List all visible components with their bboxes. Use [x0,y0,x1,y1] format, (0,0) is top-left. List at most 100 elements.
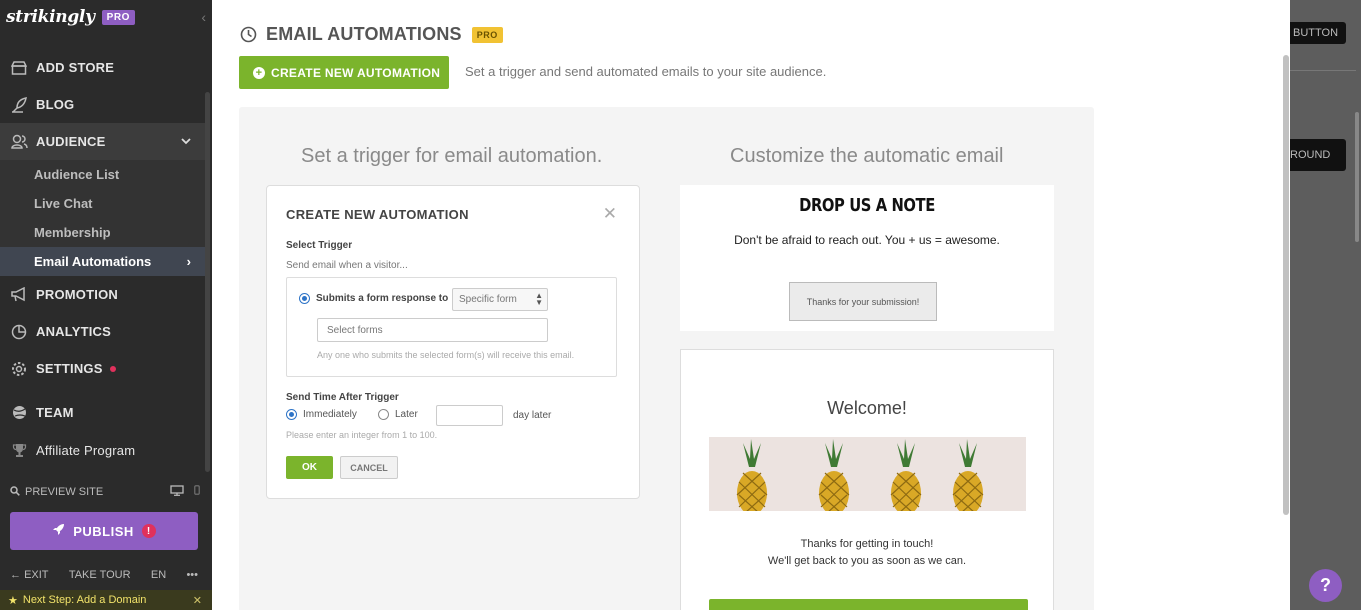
select-forms-input[interactable]: Select forms [317,318,548,342]
days-input[interactable] [436,405,503,426]
page-header: EMAIL AUTOMATIONS PRO [240,24,503,45]
megaphone-icon [10,286,28,304]
background-button-fragment-2[interactable]: ROUND [1290,139,1346,171]
preview-title: DROP US A NOTE [799,195,935,216]
sidebar-subitem-email-automations[interactable]: Email Automations › [0,247,205,276]
create-new-automation-button[interactable]: + CREATE NEW AUTOMATION [239,56,449,89]
more-options-icon[interactable]: ••• [186,569,198,581]
gear-icon [10,360,28,378]
cancel-button[interactable]: CANCEL [340,456,398,479]
sidebar-item-label: Affiliate Program [36,443,136,458]
preview-cta-button [709,599,1028,610]
mobile-preview-icon[interactable] [194,485,200,499]
trigger-radio[interactable] [299,293,310,304]
background-button-fragment[interactable]: BUTTON [1290,22,1346,44]
send-time-later: Later [378,409,418,420]
sidebar-subitem-audience-list[interactable]: Audience List [0,160,205,189]
create-automation-dialog: CREATE NEW AUTOMATION ✕ Select Trigger S… [266,185,640,499]
sidebar-scrollbar[interactable] [205,92,210,472]
sidebar-item-label: PROMOTION [36,287,118,302]
publish-button[interactable]: PUBLISH ! [10,512,198,550]
select-arrows-icon: ▲ ▼ [535,291,543,307]
immediately-label: Immediately [303,409,357,420]
sidebar-item-add-store[interactable]: ADD STORE [0,49,205,86]
welcome-heading: Welcome! [827,398,907,418]
welcome-line-1: Thanks for getting in touch! [800,538,934,550]
dialog-title: CREATE NEW AUTOMATION [286,207,469,222]
clock-icon [240,26,257,43]
sidebar-item-label: ANALYTICS [36,324,111,339]
sidebar-subitem-label: Email Automations [34,254,152,269]
form-type-value: Specific form [459,294,517,305]
page-title: EMAIL AUTOMATIONS [266,24,462,44]
pineapple [890,439,922,511]
sidebar-item-promotion[interactable]: PROMOTION [0,276,205,313]
language-selector[interactable]: EN [151,569,166,581]
main-panel: EMAIL AUTOMATIONS PRO + CREATE NEW AUTOM… [212,0,1290,610]
sidebar-item-blog[interactable]: BLOG [0,86,205,123]
store-icon [10,59,28,77]
left-heading: Set a trigger for email automation. [301,145,603,167]
sidebar-subitem-membership[interactable]: Membership [0,218,205,247]
divider [1290,70,1356,71]
sidebar-item-analytics[interactable]: ANALYTICS [0,313,205,350]
sidebar-subitem-live-chat[interactable]: Live Chat [0,189,205,218]
sidebar-subitem-label: Live Chat [34,196,93,211]
sidebar-header: strikingly PRO ‹ [0,0,212,34]
preview-site-link[interactable]: PREVIEW SITE [25,486,103,498]
send-time-immediately: Immediately [286,409,357,420]
next-step-banner[interactable]: ★ Next Step: Add a Domain ✕ [0,590,212,610]
later-radio[interactable] [378,409,389,420]
pro-badge: PRO [101,9,135,25]
globe-icon [10,404,28,422]
sidebar-item-label: ADD STORE [36,60,115,75]
sidebar-item-label: SETTINGS [36,361,103,376]
editor-background [1290,0,1361,610]
arrow-left-icon: ← [10,569,25,581]
preview-subtitle: Don't be afraid to reach out. You + us =… [734,233,1000,247]
sidebar: strikingly PRO ‹ ADD STORE BLOG AUDIENCE [0,0,212,610]
immediately-radio[interactable] [286,409,297,420]
collapse-sidebar-icon[interactable]: ‹ [201,9,206,25]
main-scrollbar[interactable] [1283,55,1289,515]
chevron-down-icon [181,136,191,148]
help-button[interactable]: ? [1309,569,1342,602]
sidebar-item-affiliate-program[interactable]: Affiliate Program [0,432,205,469]
sidebar-nav: ADD STORE BLOG AUDIENCE Audience List Li… [0,49,205,469]
email-preview-drop-note: DROP US A NOTE Don't be afraid to reach … [680,185,1054,331]
trigger-option-row: Submits a form response to [299,293,448,304]
sidebar-footer: ← EXIT TAKE TOUR EN ••• [10,566,198,584]
day-later-label: day later [513,410,552,421]
next-step-label: Next Step: Add a Domain [22,594,147,606]
strikingly-logo[interactable]: strikingly [6,7,95,27]
select-trigger-label: Select Trigger [286,240,353,251]
integer-hint: Please enter an integer from 1 to 100. [286,430,438,440]
sidebar-item-audience[interactable]: AUDIENCE [0,123,205,160]
take-tour-link[interactable]: TAKE TOUR [69,569,131,581]
form-type-select[interactable]: Specific form ▲ ▼ [452,288,548,311]
editor-scrollbar[interactable] [1355,112,1359,242]
sidebar-item-settings[interactable]: SETTINGS [0,350,205,387]
welcome-body: Thanks for getting in touch! We'll get b… [681,536,1053,570]
send-time-label: Send Time After Trigger [286,392,399,403]
later-label: Later [395,409,418,420]
welcome-line-2: We'll get back to you as soon as we can. [767,555,967,567]
desktop-preview-icon[interactable] [170,485,184,499]
sidebar-subitem-label: Audience List [34,167,120,182]
rocket-icon [52,523,65,539]
close-icon[interactable]: ✕ [603,204,617,224]
ok-button[interactable]: OK [286,456,333,479]
close-icon[interactable]: ✕ [193,594,202,607]
sidebar-item-label: TEAM [36,405,74,420]
exit-link[interactable]: ← EXIT [10,569,49,581]
search-icon [10,485,20,499]
exit-label: EXIT [24,569,49,581]
sidebar-item-team[interactable]: TEAM [0,394,205,431]
sidebar-item-label: AUDIENCE [36,134,106,149]
audience-icon [10,133,28,151]
pineapple [818,439,850,511]
star-icon: ★ [8,594,18,607]
pineapple [952,439,984,511]
publish-label: PUBLISH [73,523,134,539]
automation-intro-panel: Set a trigger for email automation. Cust… [239,107,1094,610]
